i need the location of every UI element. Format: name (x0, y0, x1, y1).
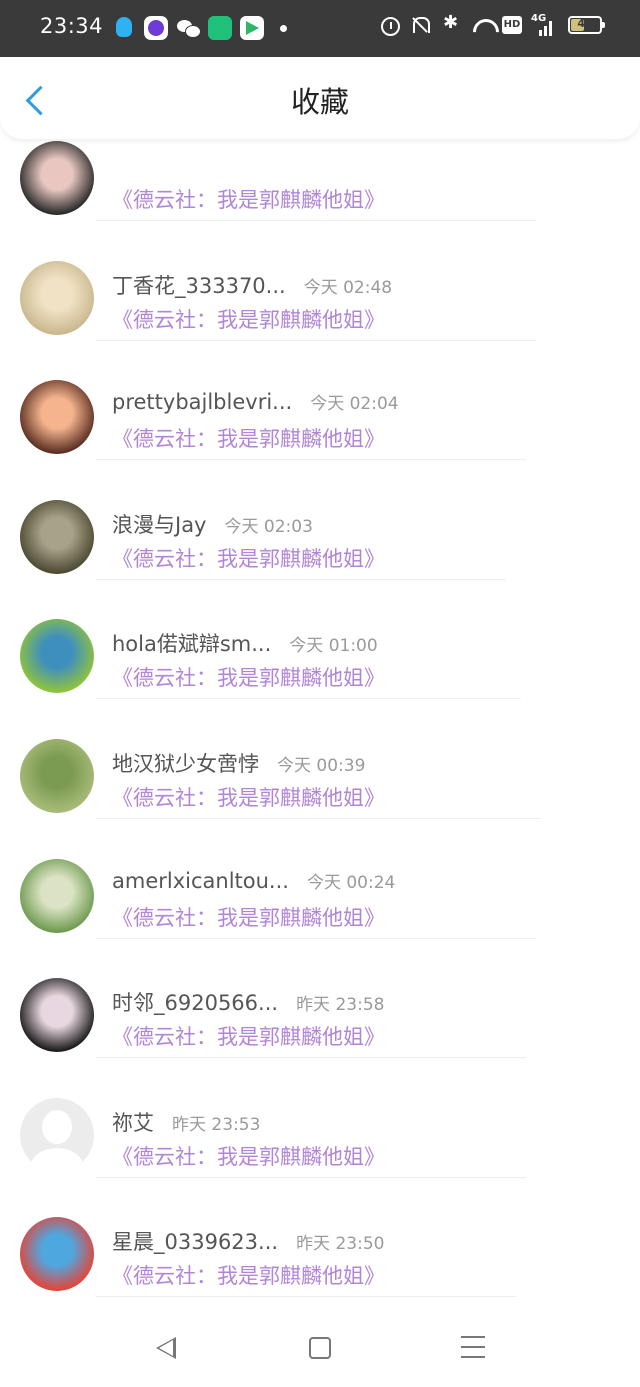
avatar[interactable] (20, 380, 94, 455)
avatar[interactable] (20, 1217, 94, 1292)
item-header: 地汉狱少女啻悖 今天 00:39 (112, 748, 365, 778)
user-name: 浪漫与Jay (112, 512, 207, 537)
avatar[interactable] (20, 978, 94, 1053)
item-header: amerlxicanltou... 今天 00:24 (112, 868, 395, 893)
post-title[interactable]: 《德云社：我是郭麒麟他姐》 (112, 1260, 385, 1290)
post-time: 今天 01:00 (289, 636, 378, 657)
post-time: 今天 00:24 (306, 872, 396, 893)
item-header: 丁香花_333370... 今天 02:48 (112, 270, 392, 300)
post-time: 昨天 23:50 (296, 1234, 385, 1255)
post-title[interactable]: 《德云社：我是郭麒麟他姐》 (112, 1141, 385, 1171)
bluetooth-icon (440, 12, 462, 36)
more-notifications-dot-icon (280, 24, 287, 32)
post-title[interactable]: 《德云社：我是郭麒麟他姐》 (112, 662, 385, 692)
avatar[interactable] (20, 1097, 94, 1172)
list-item[interactable]: 丁香花_333370... 今天 02:48 《德云社：我是郭麒麟他姐》 (0, 220, 640, 341)
user-name: 地汉狱少女啻悖 (112, 751, 259, 776)
user-name: 祢艾 (112, 1110, 154, 1135)
status-right: HD 4G 45 (381, 12, 605, 36)
item-header: 浪漫与Jay 今天 02:03 (112, 509, 313, 539)
user-name: 时邻_6920566... (112, 991, 279, 1016)
user-name: 丁香花_333370... (112, 273, 286, 298)
post-title[interactable]: 《德云社：我是郭麒麟他姐》 (112, 782, 385, 812)
avatar[interactable] (20, 619, 94, 694)
list-item[interactable]: prettybajlblevri... 今天 02:04 《德云社：我是郭麒麟他姐》 (0, 339, 640, 461)
list-item[interactable]: 时邻_6920566... 昨天 23:58 《德云社：我是郭麒麟他姐》 (0, 937, 640, 1059)
system-nav-bar (0, 1305, 640, 1387)
post-time: 昨天 23:58 (296, 995, 385, 1016)
network-type: 4G (531, 13, 547, 24)
play-icon (240, 16, 264, 40)
back-triangle-icon[interactable] (156, 1337, 176, 1359)
post-time: 今天 00:39 (277, 755, 366, 776)
post-title[interactable]: 《德云社：我是郭麒麟他姐》 (112, 902, 385, 932)
favorites-list: 《德云社：我是郭麒麟他姐》 丁香花_333370... 今天 02:48 《德云社：我… (0, 100, 640, 1298)
post-time: 昨天 23:53 (172, 1114, 261, 1135)
post-title[interactable]: 《德云社：我是郭麒麟他姐》 (112, 1021, 385, 1051)
avatar[interactable] (20, 858, 94, 933)
home-square-icon[interactable] (309, 1337, 331, 1359)
hd-icon: HD (502, 16, 522, 34)
wifi-icon (471, 14, 493, 36)
avatar[interactable] (20, 141, 94, 215)
user-name: prettybajlblevri... (112, 390, 293, 415)
post-time: 今天 02:48 (303, 277, 393, 298)
header: 收藏 (0, 57, 640, 139)
post-title[interactable]: 《德云社：我是郭麒麟他姐》 (112, 304, 385, 334)
list-item[interactable]: 星晨_0339623... 昨天 23:50 《德云社：我是郭麒麟他姐》 (0, 1176, 640, 1298)
list-item[interactable]: hola偌斌辯sm... 今天 01:00 《德云社：我是郭麒麟他姐》 (0, 578, 640, 700)
wechat-icon (176, 16, 201, 40)
battery-level: 45 (577, 17, 593, 30)
list-item[interactable]: amerlxicanltou... 今天 00:24 《德云社：我是郭麒麟他姐》 (0, 818, 640, 939)
divider (96, 1296, 516, 1298)
app-green-icon (208, 16, 232, 40)
mute-bell-icon (409, 14, 431, 36)
menu-lines-icon[interactable] (461, 1336, 485, 1358)
item-header: 星晨_0339623... 昨天 23:50 (112, 1226, 384, 1256)
item-header: 祢艾 昨天 23:53 (112, 1107, 260, 1137)
post-title[interactable]: 《德云社：我是郭麒麟他姐》 (112, 423, 385, 453)
qq-icon (112, 16, 136, 40)
item-header: hola偌斌辯sm... 今天 01:00 (112, 628, 378, 658)
item-header: 时邻_6920566... 昨天 23:58 (112, 987, 384, 1017)
post-time: 今天 02:04 (310, 394, 399, 415)
post-title[interactable]: 《德云社：我是郭麒麟他姐》 (112, 543, 385, 573)
signal-icon: 4G (531, 13, 555, 36)
list-item[interactable]: 地汉狱少女啻悖 今天 00:39 《德云社：我是郭麒麟他姐》 (0, 698, 640, 819)
avatar[interactable] (20, 738, 94, 813)
user-name: 星晨_0339623... (112, 1230, 279, 1255)
page-title: 收藏 (290, 85, 349, 119)
avatar[interactable] (20, 260, 94, 335)
post-title[interactable]: 《德云社：我是郭麒麟他姐》 (112, 184, 385, 214)
item-header: prettybajlblevri... 今天 02:04 (112, 389, 399, 414)
battery-icon: 45 (568, 16, 605, 34)
list-item[interactable]: 浪漫与Jay 今天 02:03 《德云社：我是郭麒麟他姐》 (0, 459, 640, 580)
alarm-icon (381, 16, 400, 36)
avatar[interactable] (20, 499, 94, 574)
notification-icons (112, 16, 287, 40)
list-item[interactable]: 祢艾 昨天 23:53 《德云社：我是郭麒麟他姐》 (0, 1057, 640, 1178)
user-name: amerlxicanltou... (112, 868, 289, 893)
user-name: hola偌斌辯sm... (112, 632, 272, 657)
app-purple-icon (144, 16, 168, 40)
post-time: 今天 02:03 (224, 516, 313, 537)
status-bar: 23:34 HD 4G 45 (0, 0, 640, 57)
status-time: 23:34 (40, 14, 104, 38)
